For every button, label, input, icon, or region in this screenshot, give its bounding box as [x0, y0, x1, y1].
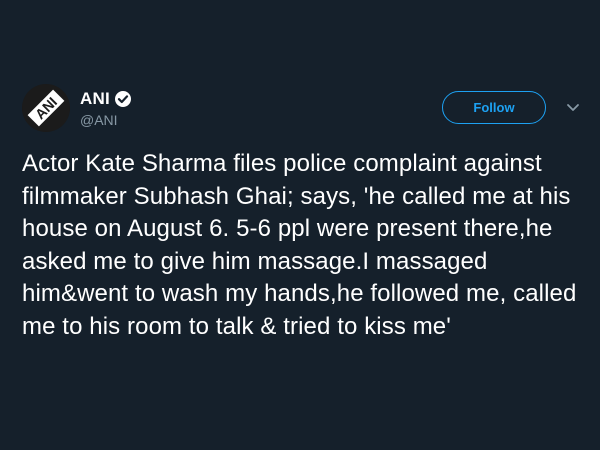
author-display-name[interactable]: ANI	[80, 89, 110, 109]
follow-button[interactable]: Follow	[442, 91, 546, 124]
chevron-down-icon[interactable]	[565, 101, 581, 113]
author-handle[interactable]: @ANI	[80, 112, 118, 128]
verified-badge-icon	[114, 90, 132, 108]
avatar[interactable]: ANI	[22, 84, 70, 132]
tweet-text: Actor Kate Sharma files police complaint…	[22, 150, 577, 340]
tweet-card: ANI ANI @ANI Follow Actor Kate Sharma fi…	[0, 0, 600, 450]
author-name-row: ANI	[80, 88, 132, 110]
ani-logo-icon: ANI	[22, 84, 70, 132]
